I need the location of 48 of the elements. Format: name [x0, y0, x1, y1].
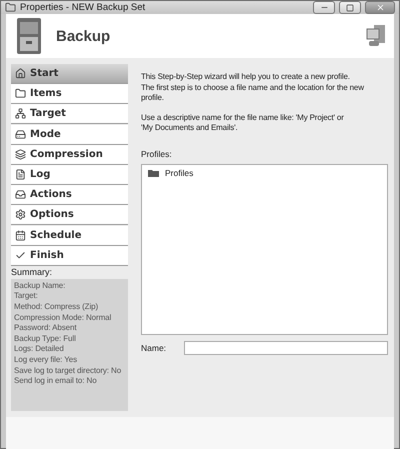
- calendar-icon: [15, 230, 26, 240]
- checkmark-icon: [15, 250, 26, 261]
- summary-line: Compression Mode: Normal: [14, 312, 112, 324]
- summary-line: Logs: Detailed: [14, 344, 65, 356]
- minimize-button[interactable]: [313, 1, 335, 14]
- step-tab[interactable]: Log: [11, 164, 128, 185]
- name-field[interactable]: [184, 340, 388, 354]
- step-tab[interactable]: Actions: [11, 185, 128, 206]
- layers-icon: [15, 148, 26, 160]
- window-title: Properties - NEW Backup Set: [20, 2, 146, 13]
- network-icon: [15, 108, 26, 120]
- step-tab[interactable]: Target: [11, 104, 128, 124]
- summary-line: Target:: [14, 291, 39, 302]
- step-tab[interactable]: Options: [11, 205, 128, 226]
- profiles-label: Profiles:: [141, 148, 173, 158]
- folder-icon: [15, 88, 26, 100]
- summary-line: Save log to target directory: No: [14, 366, 122, 376]
- intro-text: This Step-by-Step wizard will help you to create a new profile. The first step is to choose a file name and the location for the new profile.: [141, 72, 365, 104]
- drive-icon: [15, 128, 26, 140]
- maximize-button[interactable]: [339, 1, 361, 14]
- step-tab[interactable]: Mode: [11, 124, 128, 145]
- computer-icon: [366, 25, 386, 47]
- step-tab[interactable]: Finish: [11, 246, 128, 266]
- step-tab[interactable]: Schedule: [11, 226, 128, 246]
- tray-icon: [15, 189, 26, 200]
- summary-line: Backup Name:: [14, 280, 66, 292]
- folder-icon: [148, 168, 159, 176]
- summary-line: Log every file: Yes: [14, 355, 78, 366]
- file-cabinet-icon: [16, 17, 42, 55]
- close-icon: [376, 3, 384, 12]
- house-icon: [15, 68, 26, 79]
- summary-line: Send log in email to: No: [14, 376, 98, 387]
- step-tab[interactable]: Start: [11, 64, 128, 84]
- close-button[interactable]: [365, 1, 395, 14]
- intro-text: Use a descriptive name for the file name like: 'My Project' or 'My Documents and Emails'.: [141, 112, 345, 134]
- document-icon: [15, 168, 26, 180]
- profile-item[interactable]: Profiles: [165, 168, 194, 178]
- app-icon: [5, 2, 16, 13]
- maximize-icon: [346, 4, 354, 12]
- header-title: Backup: [56, 28, 112, 44]
- summary-label: Summary:: [11, 266, 54, 277]
- name-label: Name:: [141, 342, 168, 352]
- summary-line: Method: Compress (Zip): [14, 302, 100, 313]
- gear-icon: [15, 209, 26, 220]
- summary-line: Password: Absent: [14, 323, 78, 334]
- summary-line: Backup Type: Full: [14, 334, 77, 344]
- step-tab[interactable]: Compression: [11, 144, 128, 165]
- step-tab[interactable]: Items: [11, 84, 128, 104]
